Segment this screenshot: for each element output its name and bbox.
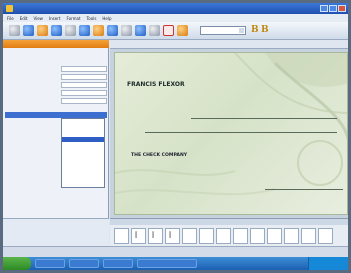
cut-icon[interactable] (65, 25, 76, 36)
prop-field[interactable] (61, 82, 107, 88)
prop-field[interactable] (61, 98, 107, 104)
taskbar-item[interactable] (103, 259, 133, 268)
signature-line (265, 189, 343, 190)
zoom-in-icon[interactable] (135, 25, 146, 36)
toolbar: B B (3, 22, 348, 40)
title-bar (3, 3, 348, 14)
thumbnail[interactable] (318, 228, 333, 244)
prop-field[interactable] (61, 66, 107, 72)
status-bar (3, 246, 348, 257)
minimize-button[interactable] (320, 5, 328, 12)
amount-words-line[interactable] (145, 121, 337, 133)
font-combo[interactable] (200, 26, 246, 35)
document-tabs (110, 40, 348, 49)
zoom-out-icon[interactable] (149, 25, 160, 36)
thumbnail[interactable] (233, 228, 248, 244)
thumbnail[interactable] (250, 228, 265, 244)
thumbnail[interactable] (284, 228, 299, 244)
paste-icon[interactable] (93, 25, 104, 36)
menu-item[interactable]: Edit (20, 16, 28, 21)
start-button[interactable] (3, 257, 31, 270)
thumbnail[interactable] (216, 228, 231, 244)
thumbnail[interactable] (182, 228, 197, 244)
thumbnails-header (110, 219, 348, 225)
thumbnail[interactable] (199, 228, 214, 244)
image-tool-icon[interactable] (163, 25, 174, 36)
taskbar-item[interactable] (35, 259, 65, 268)
thumbnail[interactable] (267, 228, 282, 244)
menu-item[interactable]: Format (66, 16, 80, 21)
properties-panel (3, 40, 109, 246)
thumbnail[interactable] (114, 228, 129, 244)
thumbnail[interactable]: ꟾ (148, 228, 163, 244)
menu-item[interactable]: Tools (87, 16, 97, 21)
bold-b-icon[interactable]: B (251, 25, 259, 35)
prop-field[interactable] (61, 90, 107, 96)
menu-bar: File Edit View Insert Format Tools Help (3, 14, 348, 22)
app-icon (6, 5, 13, 12)
undo-icon[interactable] (107, 25, 118, 36)
thumbnail-glyph: ꟾ (152, 232, 155, 240)
monitor-frame: File Edit View Insert Format Tools Help B B (0, 0, 351, 273)
print-icon[interactable] (51, 25, 62, 36)
thumbnail[interactable] (301, 228, 316, 244)
company-name[interactable]: THE CHECK COMPANY (131, 153, 187, 158)
bold-b-alt-icon[interactable]: B (261, 25, 269, 35)
taskbar-item[interactable] (137, 259, 197, 268)
maximize-button[interactable] (329, 5, 337, 12)
taskbar-item[interactable] (69, 259, 99, 268)
thumbnail-glyph: ꟾ (135, 232, 138, 240)
open-icon[interactable] (23, 25, 34, 36)
thumbnail-glyph: ꟾ (169, 232, 172, 240)
copy-icon[interactable] (79, 25, 90, 36)
list-item[interactable] (62, 179, 104, 184)
new-icon[interactable] (9, 25, 20, 36)
window-controls (320, 5, 346, 12)
menu-item[interactable]: File (7, 16, 14, 21)
menu-item[interactable]: Insert (49, 16, 60, 21)
document-area: FRANCIS FLEXOR THE CHECK COMPANY (110, 40, 348, 218)
check-background-pattern (115, 53, 347, 196)
check-canvas[interactable]: FRANCIS FLEXOR THE CHECK COMPANY (114, 52, 348, 215)
page-thumbnails: ꟾ ꟾ ꟾ (110, 218, 348, 246)
menu-item[interactable]: Help (102, 16, 111, 21)
font-list[interactable] (61, 118, 105, 188)
panel-header (3, 40, 109, 48)
close-button[interactable] (338, 5, 346, 12)
redo-icon[interactable] (121, 25, 132, 36)
prop-field[interactable] (61, 74, 107, 80)
panel-footer (3, 218, 109, 246)
payer-name[interactable]: FRANCIS FLEXOR (127, 81, 185, 88)
screen: File Edit View Insert Format Tools Help B B (3, 3, 348, 270)
taskbar (3, 257, 348, 270)
thumbnail[interactable]: ꟾ (131, 228, 146, 244)
menu-item[interactable]: View (33, 16, 43, 21)
payee-line[interactable] (191, 107, 337, 119)
system-tray (308, 257, 348, 270)
save-icon[interactable] (37, 25, 48, 36)
thumbnail[interactable]: ꟾ (165, 228, 180, 244)
flag-icon[interactable] (177, 25, 188, 36)
